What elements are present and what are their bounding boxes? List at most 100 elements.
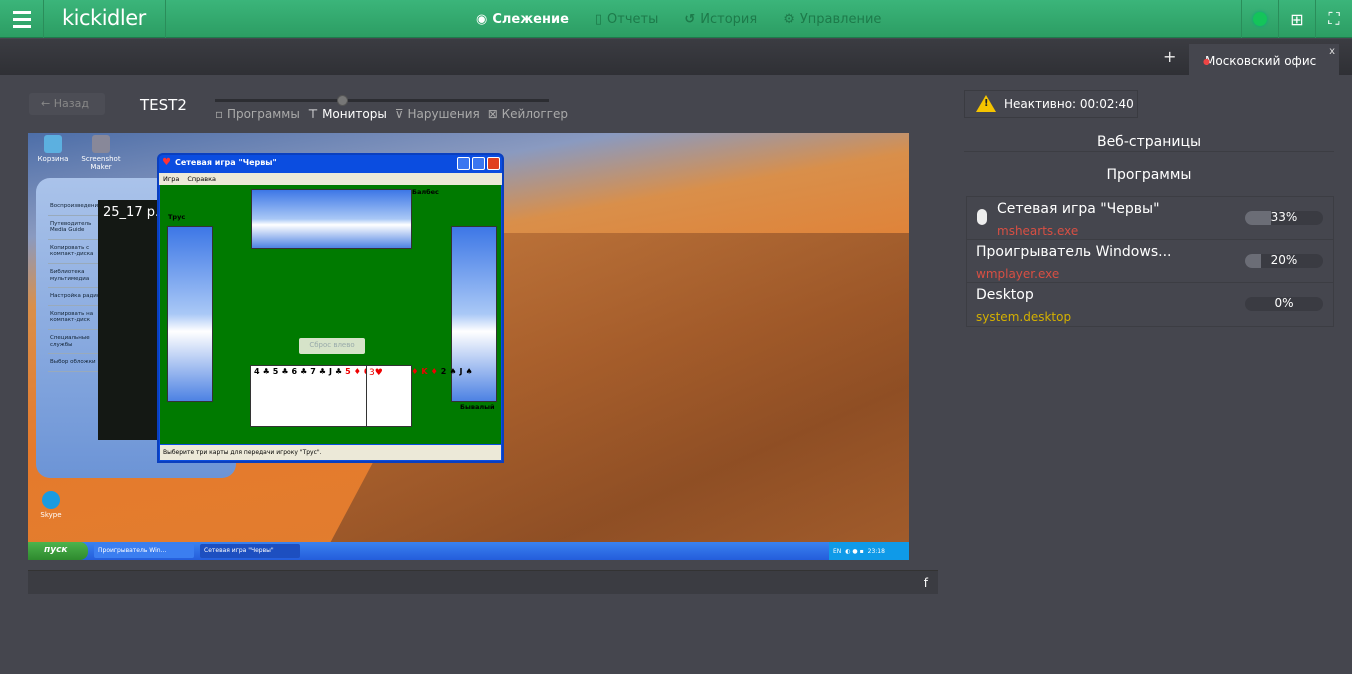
divider <box>964 151 1334 152</box>
usage-percent: 20% <box>1270 253 1298 267</box>
programs-list: Сетевая игра "Червы" mshearts.exe 33% Пр… <box>966 196 1334 327</box>
slider-handle[interactable] <box>337 95 348 106</box>
nav-management[interactable]: ⚙ Управление <box>783 12 881 27</box>
add-window-icon: ⊞ <box>1290 9 1304 29</box>
tab-moscow-office[interactable]: ● Московский офис x <box>1189 44 1339 75</box>
screenshot-maker-icon <box>92 135 110 153</box>
left-player-cards <box>167 226 213 402</box>
card[interactable]: 5♦ <box>345 367 364 376</box>
computer-name: TEST2 <box>140 96 187 114</box>
wmp-menu-item[interactable]: Копировать на компакт-диск <box>48 306 104 330</box>
mouse-icon <box>977 209 987 225</box>
card[interactable]: 6♣ <box>292 367 311 376</box>
wmp-menu-item[interactable]: Выбор обложки <box>48 354 104 372</box>
program-row[interactable]: Проигрыватель Windows... wmplayer.exe 20… <box>967 240 1333 283</box>
hearts-status: Выберите три карты для передачи игроку "… <box>160 445 501 460</box>
status-indicator[interactable] <box>1241 0 1278 38</box>
card[interactable]: 7♣ <box>310 367 329 376</box>
menu-help[interactable]: Справка <box>187 175 216 183</box>
program-row[interactable]: Сетевая игра "Червы" mshearts.exe 33% <box>967 197 1333 240</box>
card[interactable]: J♠ <box>460 367 476 376</box>
card[interactable]: 5♣ <box>273 367 292 376</box>
main-nav: ◉ Слежение ▯ Отчеты ↺ История ⚙ Управление <box>476 0 881 38</box>
eye-icon: ◉ <box>476 11 488 27</box>
taskbar-item-wmp[interactable]: Проигрыватель Win... <box>94 544 194 558</box>
menu-game[interactable]: Игра <box>163 175 179 183</box>
view-label: Нарушения <box>407 107 480 121</box>
menu-icon[interactable] <box>0 0 44 38</box>
taskbar-item-hearts[interactable]: Сетевая игра "Червы" <box>200 544 300 558</box>
nav-label: Управление <box>799 11 882 27</box>
view-monitors[interactable]: ⊤ Мониторы <box>308 107 387 121</box>
pass-button[interactable]: Сброс влево <box>299 338 365 354</box>
fullscreen-button[interactable]: ⛶ <box>1315 0 1352 38</box>
wmp-menu-item[interactable]: Путеводитель Media Guide <box>48 216 104 240</box>
view-slider[interactable] <box>215 99 549 102</box>
wmp-menu-item[interactable]: Специальные службы <box>48 330 104 355</box>
view-violations[interactable]: ⊽ Нарушения <box>395 107 480 121</box>
tab-label: Московский офис <box>1205 54 1317 68</box>
maximize-icon[interactable] <box>472 157 485 170</box>
top-player-cards <box>251 189 412 249</box>
language-indicator[interactable]: EN <box>833 548 841 555</box>
close-tab-icon[interactable]: x <box>1329 46 1335 57</box>
program-exe: mshearts.exe <box>997 224 1079 238</box>
hearts-menu: Игра Справка <box>159 173 502 185</box>
tray-icons: ◐ ● ▪ <box>845 547 864 555</box>
icon-label: Корзина <box>37 155 69 163</box>
system-tray: EN ◐ ● ▪ 23:18 <box>829 542 909 560</box>
player-top: Балбес <box>412 188 439 196</box>
program-name: Сетевая игра "Червы" <box>997 201 1160 217</box>
program-row[interactable]: Desktop system.desktop 0% <box>967 283 1333 326</box>
report-icon: ▯ <box>594 11 603 27</box>
hearts-titlebar[interactable]: ♥ Сетевая игра "Червы" <box>159 155 502 173</box>
wmp-menu-item[interactable]: Копировать с компакт-диска <box>48 240 104 264</box>
card[interactable]: K♦ <box>421 367 440 376</box>
nav-reports[interactable]: ▯ Отчеты <box>595 12 658 27</box>
wmp-menu-item[interactable]: Воспроизведение <box>48 198 104 216</box>
wmp-menu-item[interactable]: Библиотека мультимедиа <box>48 264 104 289</box>
window-title: Сетевая игра "Червы" <box>175 158 277 167</box>
nav-history[interactable]: ↺ История <box>684 12 757 27</box>
nav-tracking[interactable]: ◉ Слежение <box>476 12 569 27</box>
remote-screen[interactable]: Корзина Screenshot Maker Skype Воспроизв… <box>28 133 909 560</box>
desktop-icon-recycle-bin[interactable]: Корзина <box>28 135 78 163</box>
card-selected[interactable]: 3♥ <box>366 365 412 427</box>
close-icon[interactable] <box>487 157 500 170</box>
logo: kickidler <box>62 6 146 30</box>
facebook-icon[interactable]: f <box>924 576 928 590</box>
nav-label: Отчеты <box>607 11 659 27</box>
hearts-window[interactable]: ♥ Сетевая игра "Червы" Игра Справка Трус… <box>157 153 504 463</box>
icon-label: Skype <box>40 511 62 519</box>
view-programs[interactable]: ▫ Программы <box>215 107 300 121</box>
xp-taskbar: пуск Проигрыватель Win... Сетевая игра "… <box>28 542 909 560</box>
tab-dot-icon: ● <box>1203 57 1210 66</box>
nav-label: История <box>700 11 758 27</box>
add-tab-button[interactable]: + <box>1163 47 1176 66</box>
inactive-badge: Неактивно: 00:02:40 <box>964 90 1138 118</box>
add-window-button[interactable]: ⊞ <box>1278 0 1315 38</box>
warning-icon <box>976 95 996 112</box>
programs-heading[interactable]: Программы <box>964 167 1334 183</box>
minimize-icon[interactable] <box>457 157 470 170</box>
card[interactable]: 4♣ <box>254 367 273 376</box>
view-keylogger[interactable]: ⊠ Кейлоггер <box>488 107 568 121</box>
player-left: Трус <box>168 213 186 221</box>
card[interactable]: J♣ <box>329 367 345 376</box>
desktop-icon-screenshot-maker[interactable]: Screenshot Maker <box>76 135 126 171</box>
desktop-icon-skype[interactable]: Skype <box>28 491 76 519</box>
web-pages-heading[interactable]: Веб-страницы <box>964 134 1334 150</box>
wmp-menu: Воспроизведение Путеводитель Media Guide… <box>48 198 104 372</box>
gear-icon: ⚙ <box>783 11 795 27</box>
game-table: Трус Балбес Бывалый Сброс влево 4♣5♣6♣7♣… <box>160 185 501 444</box>
usage-percent: 0% <box>1274 296 1294 310</box>
status-dot-icon <box>1253 12 1267 26</box>
back-button[interactable]: ← Назад <box>29 93 105 115</box>
card[interactable]: 2♠ <box>441 367 460 376</box>
inactive-time: Неактивно: 00:02:40 <box>1004 97 1134 111</box>
clock: 23:18 <box>867 547 885 555</box>
start-button[interactable]: пуск <box>28 542 88 560</box>
wmp-menu-item[interactable]: Настройка радио <box>48 288 104 306</box>
player-right: Бывалый <box>460 403 495 411</box>
program-exe: wmplayer.exe <box>976 267 1060 281</box>
